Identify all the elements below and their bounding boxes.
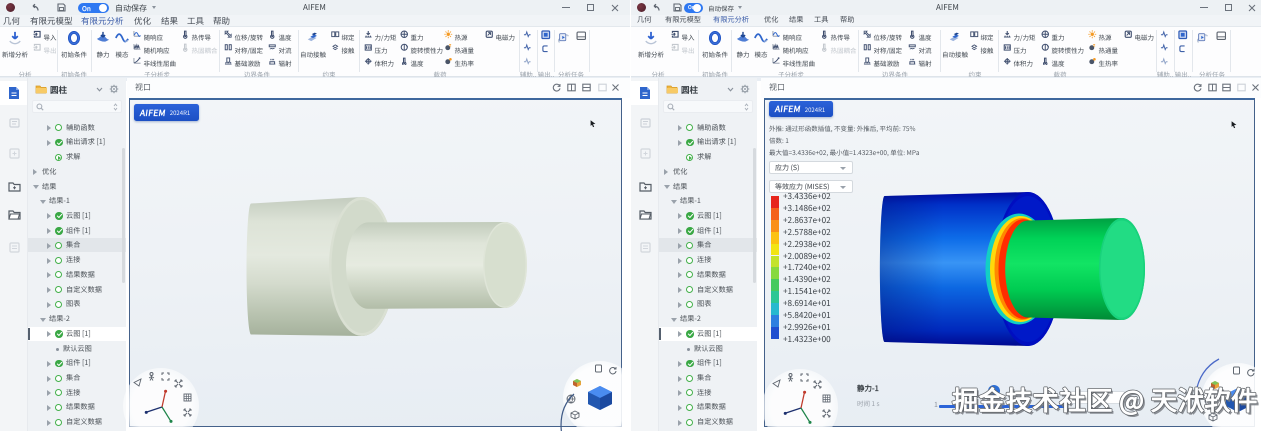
svg-text:掘金技术社区 @ 天洑软件: 掘金技术社区 @ 天洑软件 xyxy=(952,379,1258,418)
